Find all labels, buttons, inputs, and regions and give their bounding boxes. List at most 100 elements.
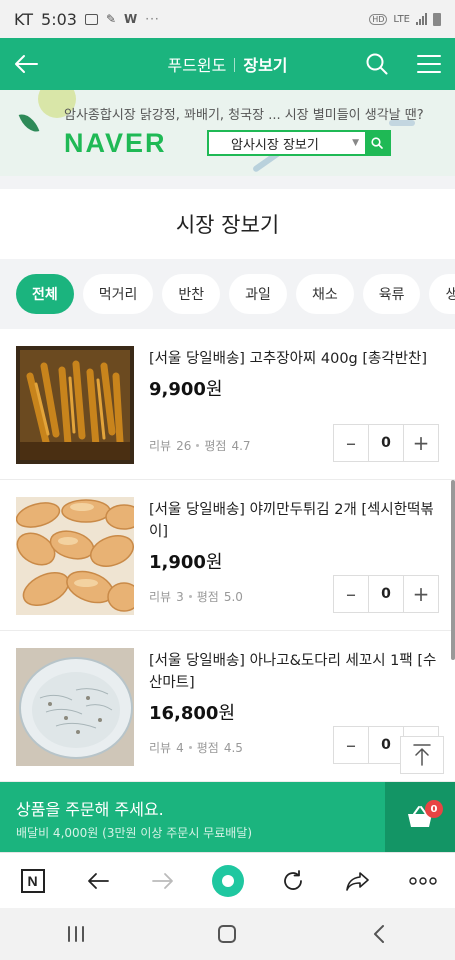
back-button[interactable] [0,38,52,90]
category-tabs: 전체 먹거리 반찬 과일 채소 육류 생선 [0,259,455,329]
arrow-left-icon [15,55,38,73]
price-amount: 9,900 [149,379,206,400]
overflow-notifications-icon: ··· [145,12,160,26]
review-count: 26 [176,438,192,453]
leaf-decoration [18,110,40,136]
hd-icon: HD [369,13,388,25]
category-chip-fruit[interactable]: 과일 [229,274,287,314]
increase-button[interactable]: + [404,576,438,612]
rating-value: 4.7 [231,438,251,453]
android-nav-bar [0,908,455,960]
menu-button[interactable] [403,38,455,90]
product-image-sliced-fish[interactable] [16,648,134,766]
hamburger-menu-icon [417,55,441,73]
share-button[interactable] [333,856,383,906]
rating-label: 평점 [196,590,219,604]
category-chip-all[interactable]: 전체 [16,274,74,314]
app-header: 푸드윈도 장보기 [0,38,455,90]
banner-search-button[interactable] [365,132,389,154]
product-item[interactable]: [서울 당일배송] 고추장아찌 400g [총각반찬] 9,900원 리뷰 26… [0,329,455,480]
product-item[interactable]: [서울 당일배송] 아나고&도다리 세꼬시 1팩 [수산마트] 16,800원 … [0,631,455,782]
cart-count-badge: 0 [425,800,443,818]
product-info: [서울 당일배송] 야끼만두튀김 2개 [섹시한떡볶이] 1,900원 [149,499,443,574]
carrier-label: KT [14,9,34,29]
category-chip-vegetable[interactable]: 채소 [295,274,354,314]
review-count: 3 [176,589,184,604]
signal-icon [416,13,427,25]
quantity-stepper: – 0 + [333,575,439,613]
browser-toolbar: N [0,852,455,908]
search-icon [371,137,383,149]
rating-value: 5.0 [223,589,243,604]
search-icon [366,53,388,75]
decrease-button[interactable]: – [334,727,368,763]
site-name[interactable]: 푸드윈도 [167,56,226,75]
quantity-value[interactable]: 0 [368,425,404,461]
banner-search-box[interactable]: 암사시장 장보기 ▼ [207,130,391,156]
more-dots-icon [408,876,437,885]
product-price: 16,800원 [149,699,443,725]
naver-home-button[interactable]: N [8,856,58,906]
review-label: 리뷰 [149,439,172,453]
section-name: 장보기 [243,56,288,75]
price-currency: 원 [218,703,236,724]
order-bar[interactable]: 상품을 주문해 주세요. 배달비 4,000원 (3만원 이상 주문시 무료배달… [0,782,455,852]
home-square-icon [218,925,237,943]
browser-back-button[interactable] [73,856,123,906]
banner-subtitle: 암사종합시장 닭강정, 꽈배기, 청국장 ... 시장 별미들이 생각날 땐? [64,108,424,123]
review-label: 리뷰 [149,590,172,604]
decrease-button[interactable]: – [334,425,368,461]
arrow-left-icon [87,872,109,889]
refresh-icon [283,869,302,890]
product-title[interactable]: [서울 당일배송] 아나고&도다리 세꼬시 1팩 [수산마트] [149,650,443,694]
category-chip-meat[interactable]: 육류 [362,274,421,314]
dropdown-caret-icon: ▼ [352,138,359,148]
arrow-right-icon [151,872,173,889]
title-divider [234,58,236,72]
search-button[interactable] [351,38,403,90]
share-arrow-icon [345,871,369,891]
recent-apps-button[interactable] [51,909,101,959]
green-dot-button[interactable] [203,856,253,906]
product-meta: 리뷰 4 평점 4.5 [149,739,243,756]
gallery-icon [84,13,98,25]
product-title[interactable]: [서울 당일배송] 고추장아찌 400g [총각반찬] [149,348,443,370]
product-image-fried-dumplings[interactable] [16,497,134,615]
meta-separator [188,746,192,749]
more-button[interactable] [398,856,448,906]
price-currency: 원 [205,379,223,400]
category-chip-side-dish[interactable]: 반찬 [162,274,221,314]
quantity-value[interactable]: 0 [368,727,404,763]
network-label: LTE [393,13,410,25]
naver-logo: NAVER [64,128,167,158]
naver-n-icon: N [20,868,45,893]
browser-forward-button[interactable] [138,856,188,906]
product-item[interactable]: [서울 당일배송] 야끼만두튀김 2개 [섹시한떡볶이] 1,900원 리뷰 3… [0,480,455,631]
cart-button[interactable]: 0 [385,782,455,852]
meta-separator [188,595,192,598]
banner-search-value: 암사시장 장보기 [231,137,319,153]
quantity-value[interactable]: 0 [368,576,404,612]
w-app-icon: W [124,12,138,26]
price-amount: 1,900 [149,552,206,573]
product-image-pickled-peppers[interactable] [16,346,134,464]
increase-button[interactable]: + [404,425,438,461]
scroll-to-top-button[interactable] [400,736,444,774]
promo-banner[interactable]: 암사종합시장 닭강정, 꽈배기, 청국장 ... 시장 별미들이 생각날 땐? … [0,90,455,176]
decrease-button[interactable]: – [334,576,368,612]
product-title[interactable]: [서울 당일배송] 야끼만두튀김 2개 [섹시한떡볶이] [149,499,443,543]
battery-icon [433,12,441,26]
status-bar: KT 5:03 ✎ W ··· HD LTE [0,0,455,38]
product-list: [서울 당일배송] 고추장아찌 400g [총각반찬] 9,900원 리뷰 26… [0,329,455,782]
refresh-button[interactable] [268,856,318,906]
home-button[interactable] [202,909,252,959]
green-dot-icon [211,864,244,897]
review-count: 4 [176,740,184,755]
category-chip-food[interactable]: 먹거리 [82,274,154,314]
scroll-indicator[interactable] [451,480,455,660]
clip-icon: ✎ [105,12,117,26]
clock: 5:03 [41,9,77,29]
system-back-button[interactable] [354,909,404,959]
category-chip-fish[interactable]: 생선 [429,274,455,314]
section-title: 시장 장보기 [175,213,280,237]
